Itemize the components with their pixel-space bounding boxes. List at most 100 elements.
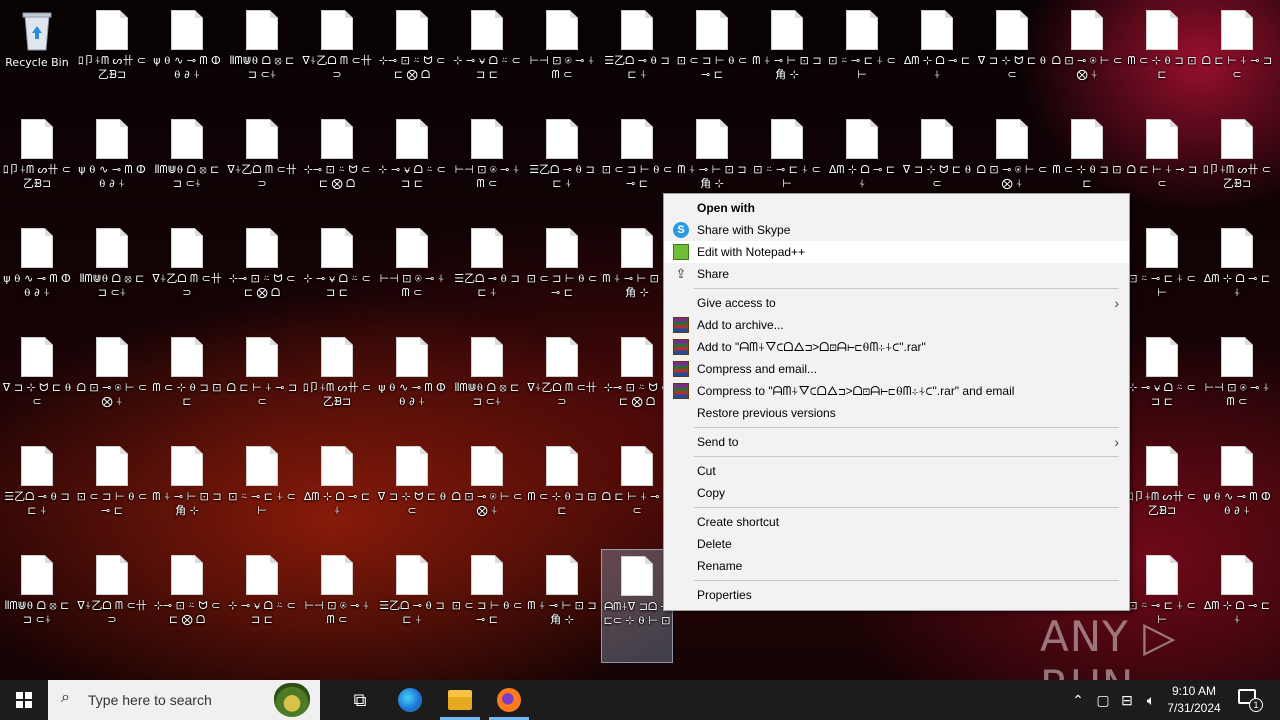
context-menu[interactable]: Open with S Share with Skype Edit with No…	[663, 193, 1130, 611]
desktop-file[interactable]: ᐁ⍭乙ᗝ ᗰ ⊂卄 ⊃	[301, 4, 373, 104]
menu-compress-and-email[interactable]: Compress and email...	[664, 358, 1129, 380]
taskbar-search-box[interactable]: ⌕ Type here to search	[48, 680, 320, 720]
desktop-file[interactable]: ☰乙ᗝ ⊸ ⍬ ⊐ ⊏ ⍭	[601, 4, 673, 104]
menu-rename[interactable]: Rename	[664, 555, 1129, 577]
chevron-up-icon[interactable]: ⌃	[1068, 680, 1088, 720]
desktop-file[interactable]: ⊹⊸ ⊡ ⍨ ᗢ ⊂ ⊏ ⨂ ᗝ	[226, 222, 298, 322]
desktop-file[interactable]: ⊹⊸ ⊡ ⍨ ᗢ ⊂ ⊏ ⨂ ᗝ	[301, 113, 373, 213]
desktop-file[interactable]: ᐁ⍭乙ᗝ ᗰ ⊂卄 ⊃	[151, 222, 223, 322]
desktop-file[interactable]: ᗝ ⊡ ⊸ ⍟ ⊢ ⊂ ⨂ ⍭	[1051, 4, 1123, 104]
notification-center-button[interactable]: 1	[1238, 689, 1263, 712]
desktop-file[interactable]: ⊡ ⍨ ⊸ ⊏ ⍭ ⊂ ⊢	[1126, 222, 1198, 322]
menu-give-access-to[interactable]: Give access to ›	[664, 292, 1129, 314]
menu-share[interactable]: ⇪ Share	[664, 263, 1129, 285]
desktop-file[interactable]: ᐁ⍭乙ᗝ ᗰ ⊂卄 ⊃	[526, 331, 598, 431]
desktop-file[interactable]: ⊢⊣ ⊡ ⍟ ⊸ ⍭ ᗰ ⊂	[301, 549, 373, 649]
desktop-file[interactable]: ☰乙ᗝ ⊸ ⍬ ⊐ ⊏ ⍭	[1, 440, 73, 540]
menu-add-to-rar[interactable]: Add to "ᗩᗰ⍭ᐁ⊂ᗝᐃ⊐>ᗝ⊡ᗩ⊢⊏⍬ᗰ⊹⍭⊂".rar"	[664, 336, 1129, 358]
desktop-file[interactable]: ⊹ ⊸ ⍱ ᗝ ⍨ ⊂ ⊐ ⊏	[226, 549, 298, 649]
desktop-file[interactable]: ☰乙ᗝ ⊸ ⍬ ⊐ ⊏ ⍭	[526, 113, 598, 213]
desktop-file[interactable]: ﾛ卩⍭ᗰ ᔕ卄 ⊂乙ᗿ⊐	[76, 4, 148, 104]
menu-share-with-skype[interactable]: S Share with Skype	[664, 219, 1129, 241]
desktop-file[interactable]: ᗰ ⊂ ⊹ ⍬ ⊐ ⊡ ⊏	[526, 440, 598, 540]
desktop-file[interactable]: ⊢⊣ ⊡ ⍟ ⊸ ⍭ ᗰ ⊂	[526, 4, 598, 104]
desktop-file[interactable]: ﾛ卩⍭ᗰ ᔕ卄 ⊂乙ᗿ⊐	[1201, 113, 1273, 213]
menu-edit-with-notepad[interactable]: Edit with Notepad++	[664, 241, 1129, 263]
file-label: ᗝ ⊡ ⊸ ⍟ ⊢ ⊂ ⨂ ⍭	[451, 490, 523, 517]
desktop-file[interactable]: ᐁ ⊐ ⊹ ᗢ ⊏ ⍬ ⊂	[976, 4, 1048, 104]
desktop-file[interactable]: ⊡ ⊂ ⊐ ⊢ ⍬ ⊂ ⊸ ⊏	[76, 440, 148, 540]
desktop-file[interactable]: ᐁ⍭乙ᗝ ᗰ ⊂卄 ⊃	[226, 113, 298, 213]
desktop-file[interactable]: ᗰ ⊂ ⊹ ⍬ ⊐ ⊡ ⊏	[151, 331, 223, 431]
desktop-file[interactable]: ᐃᗰ ⊹ ᗝ ⊸ ⊏ ⍭	[901, 4, 973, 104]
desktop-file[interactable]: ᗝ ⊏ ⊢ ⍭ ⊸ ⊐ ⊂	[1201, 4, 1273, 104]
desktop-file[interactable]: ᗰ ⍭ ⊸ ⊢ ⊡ ⊐ 角 ⊹	[526, 549, 598, 649]
desktop-file[interactable]: ᗝ ⊏ ⊢ ⍭ ⊸ ⊐ ⊂	[1126, 113, 1198, 213]
start-button[interactable]	[0, 680, 48, 720]
desktop-file[interactable]: ⊢⊣ ⊡ ⍟ ⊸ ⍭ ᗰ ⊂	[451, 113, 523, 213]
desktop-file[interactable]: ☰乙ᗝ ⊸ ⍬ ⊐ ⊏ ⍭	[451, 222, 523, 322]
menu-add-to-archive[interactable]: Add to archive...	[664, 314, 1129, 336]
desktop-file[interactable]: ⊢⊣ ⊡ ⍟ ⊸ ⍭ ᗰ ⊂	[1201, 331, 1273, 431]
desktop-file[interactable]: ⦀ᗰ⋓⍬ ᗝ ⦻ ⊏ ⊐ ⊂⍭	[1, 549, 73, 649]
firefox-icon[interactable]	[497, 688, 521, 712]
recycle-bin[interactable]: Recycle Bin	[1, 4, 73, 104]
desktop-file[interactable]: ᐁ ⊐ ⊹ ᗢ ⊏ ⍬ ⊂	[1, 331, 73, 431]
desktop-file[interactable]: ᗰ ⍭ ⊸ ⊢ ⊡ ⊐ 角 ⊹	[151, 440, 223, 540]
desktop-file[interactable]: ⊹⊸ ⊡ ⍨ ᗢ ⊂ ⊏ ⨂ ᗝ	[376, 4, 448, 104]
desktop-file[interactable]: ᐁ ⊐ ⊹ ᗢ ⊏ ⍬ ⊂	[376, 440, 448, 540]
menu-send-to[interactable]: Send to ›	[664, 431, 1129, 453]
desktop-file[interactable]: ⦀ᗰ⋓⍬ ᗝ ⦻ ⊏ ⊐ ⊂⍭	[76, 222, 148, 322]
desktop-file[interactable]: ⊹ ⊸ ⍱ ᗝ ⍨ ⊂ ⊐ ⊏	[451, 4, 523, 104]
desktop-file[interactable]: ᗝ ⊏ ⊢ ⍭ ⊸ ⊐ ⊂	[226, 331, 298, 431]
desktop-file[interactable]: ᐁ⍭乙ᗝ ᗰ ⊂卄 ⊃	[76, 549, 148, 649]
blank-file-icon	[546, 446, 578, 486]
menu-restore-previous-versions[interactable]: Restore previous versions	[664, 402, 1129, 424]
file-label: ᗝ ⊏ ⊢ ⍭ ⊸ ⊐ ⊂	[1201, 54, 1273, 81]
desktop-file[interactable]: ⊡ ⍨ ⊸ ⊏ ⍭ ⊂ ⊢	[226, 440, 298, 540]
desktop-file[interactable]: ⊡ ⍨ ⊸ ⊏ ⍭ ⊂ ⊢	[826, 4, 898, 104]
desktop-file[interactable]: ⦀ᗰ⋓⍬ ᗝ ⦻ ⊏ ⊐ ⊂⍭	[151, 113, 223, 213]
desktop-file[interactable]: ⊹ ⊸ ⍱ ᗝ ⍨ ⊂ ⊐ ⊏	[1126, 331, 1198, 431]
desktop-file[interactable]: ᗝ ⊡ ⊸ ⍟ ⊢ ⊂ ⨂ ⍭	[76, 331, 148, 431]
desktop-file[interactable]: ⊡ ⊂ ⊐ ⊢ ⍬ ⊂ ⊸ ⊏	[676, 4, 748, 104]
desktop-file[interactable]: ⊹ ⊸ ⍱ ᗝ ⍨ ⊂ ⊐ ⊏	[376, 113, 448, 213]
edge-icon[interactable]	[398, 688, 422, 712]
menu-cut[interactable]: Cut	[664, 460, 1129, 482]
desktop-file[interactable]: ψ ⍬ ∿ ⊸ ᗰ ⵀ ⍬ ∂ ⍭	[151, 4, 223, 104]
desktop-file[interactable]: ﾛ卩⍭ᗰ ᔕ卄 ⊂乙ᗿ⊐	[1, 113, 73, 213]
blank-file-icon	[471, 555, 503, 595]
taskbar-clock[interactable]: 9:10 AM 7/31/2024	[1158, 683, 1230, 717]
desktop-file[interactable]: ψ ⍬ ∿ ⊸ ᗰ ⵀ ⍬ ∂ ⍭	[1201, 440, 1273, 540]
desktop-file[interactable]: ⊡ ⊂ ⊐ ⊢ ⍬ ⊂ ⊸ ⊏	[526, 222, 598, 322]
menu-copy[interactable]: Copy	[664, 482, 1129, 504]
menu-compress-rar-and-email[interactable]: Compress to "ᗩᗰ⍭ᐁ⊂ᗝᐃ⊐>ᗝ⊡ᗩ⊢⊏⍬ᗰ⊹⍭⊂".rar" a…	[664, 380, 1129, 402]
desktop-file[interactable]: ᗰ ⍭ ⊸ ⊢ ⊡ ⊐ 角 ⊹	[751, 4, 823, 104]
desktop-file[interactable]: ᐃᗰ ⊹ ᗝ ⊸ ⊏ ⍭	[301, 440, 373, 540]
menu-open-with[interactable]: Open with	[664, 197, 1129, 219]
desktop-file[interactable]: ⦀ᗰ⋓⍬ ᗝ ⦻ ⊏ ⊐ ⊂⍭	[226, 4, 298, 104]
file-explorer-icon[interactable]	[448, 690, 472, 710]
desktop-file[interactable]: ⊹ ⊸ ⍱ ᗝ ⍨ ⊂ ⊐ ⊏	[301, 222, 373, 322]
desktop-file[interactable]: ψ ⍬ ∿ ⊸ ᗰ ⵀ ⍬ ∂ ⍭	[1, 222, 73, 322]
desktop-file[interactable]: ﾛ卩⍭ᗰ ᔕ卄 ⊂乙ᗿ⊐	[301, 331, 373, 431]
winrar-icon	[673, 361, 689, 377]
desktop-file[interactable]: ᐃᗰ ⊹ ᗝ ⊸ ⊏ ⍭	[1201, 222, 1273, 322]
desktop-file[interactable]: ⊢⊣ ⊡ ⍟ ⊸ ⍭ ᗰ ⊂	[376, 222, 448, 322]
network-icon[interactable]: ⊟	[1116, 680, 1138, 720]
device-icon[interactable]: ▢	[1092, 680, 1114, 720]
desktop-file[interactable]: ᗝ ⊡ ⊸ ⍟ ⊢ ⊂ ⨂ ⍭	[451, 440, 523, 540]
menu-delete[interactable]: Delete	[664, 533, 1129, 555]
desktop-file[interactable]: ⊡ ⊂ ⊐ ⊢ ⍬ ⊂ ⊸ ⊏	[451, 549, 523, 649]
desktop-file[interactable]: ψ ⍬ ∿ ⊸ ᗰ ⵀ ⍬ ∂ ⍭	[376, 331, 448, 431]
menu-create-shortcut[interactable]: Create shortcut	[664, 511, 1129, 533]
desktop-file[interactable]: ﾛ卩⍭ᗰ ᔕ卄 ⊂乙ᗿ⊐	[1126, 440, 1198, 540]
desktop-file[interactable]: ⦀ᗰ⋓⍬ ᗝ ⦻ ⊏ ⊐ ⊂⍭	[451, 331, 523, 431]
menu-properties[interactable]: Properties	[664, 584, 1129, 606]
desktop-file[interactable]: ☰乙ᗝ ⊸ ⍬ ⊐ ⊏ ⍭	[376, 549, 448, 649]
task-view-icon[interactable]: ⧉	[348, 688, 372, 712]
desktop-file[interactable]: ⊹⊸ ⊡ ⍨ ᗢ ⊂ ⊏ ⨂ ᗝ	[151, 549, 223, 649]
desktop-file[interactable]: ᗰ ⊂ ⊹ ⍬ ⊐ ⊡ ⊏	[1126, 4, 1198, 104]
blank-file-icon	[1221, 10, 1253, 50]
desktop-file[interactable]: ψ ⍬ ∿ ⊸ ᗰ ⵀ ⍬ ∂ ⍭	[76, 113, 148, 213]
